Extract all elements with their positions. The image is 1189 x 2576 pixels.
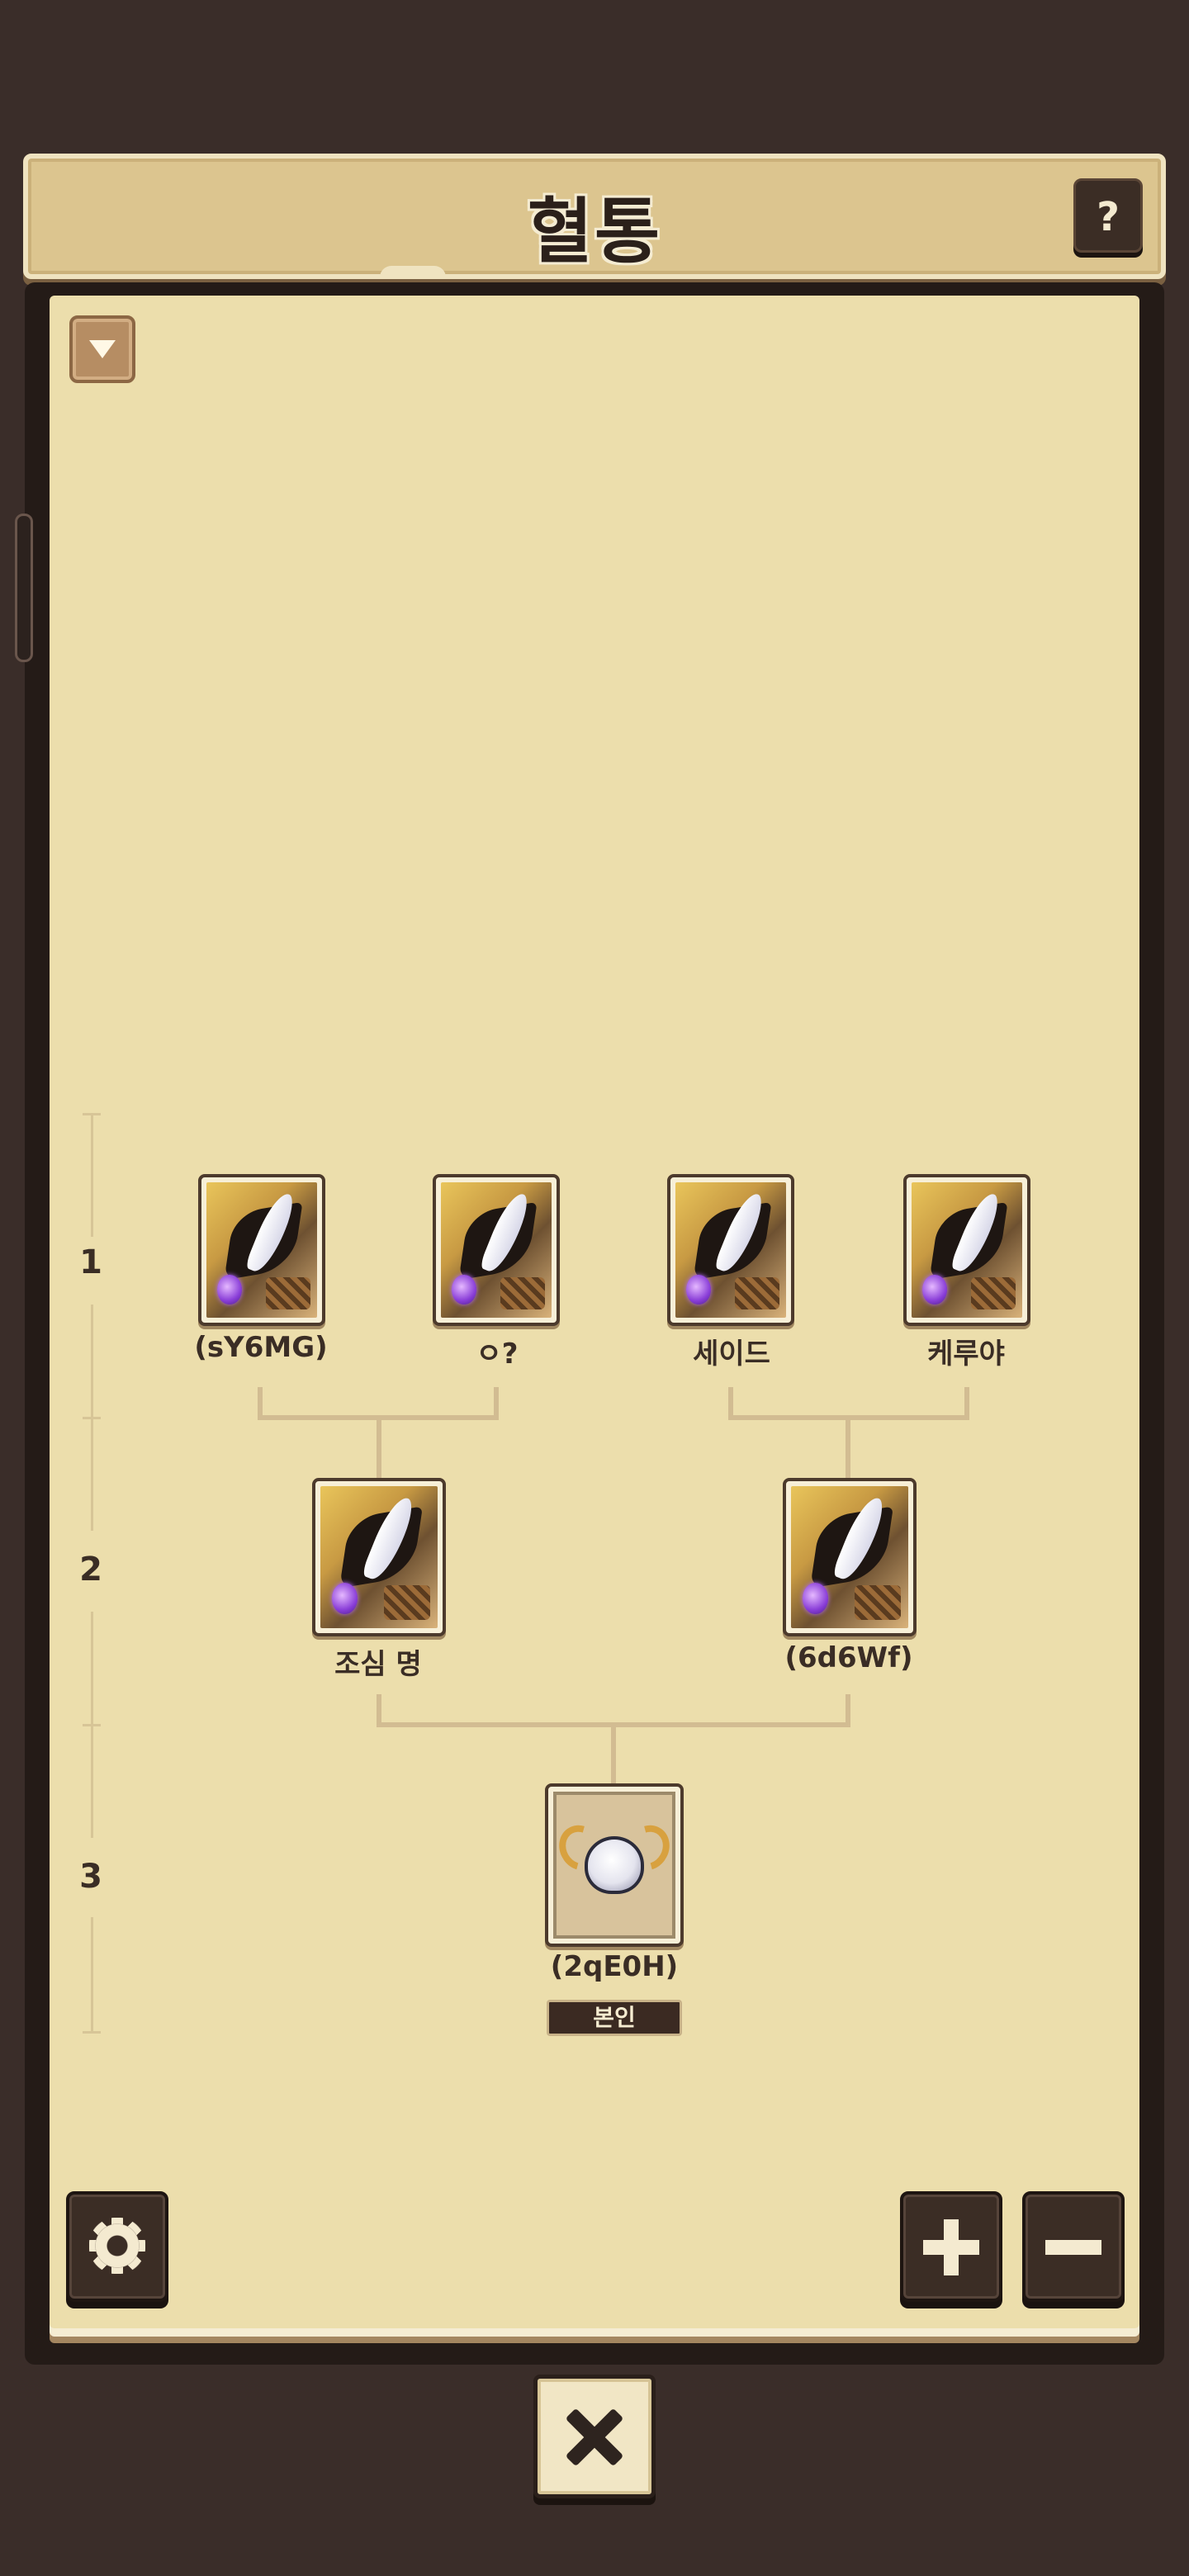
page-title: 혈통 [527, 191, 662, 273]
pet-portrait [912, 1182, 1022, 1318]
ruler-line [91, 1305, 93, 1418]
pet-portrait [320, 1486, 438, 1628]
pet-portrait [206, 1182, 317, 1318]
parent-name: (6d6Wf) [784, 1641, 913, 1674]
ancestor-name: (sY6MG) [194, 1331, 328, 1364]
self-badge: 본인 [547, 2000, 682, 2036]
help-button[interactable]: ? [1073, 178, 1143, 253]
close-button[interactable] [533, 2375, 656, 2498]
zoom-in-button[interactable] [900, 2191, 1002, 2302]
parent-name: 조심 명 [334, 1648, 422, 1681]
ruler-line [91, 1113, 93, 1237]
side-handle[interactable] [15, 514, 33, 662]
ruler-line [91, 1724, 93, 1838]
ruler-line [91, 1612, 93, 1726]
pet-portrait [791, 1486, 908, 1628]
pet-portrait [675, 1182, 786, 1318]
connector-line [377, 1415, 381, 1478]
parent-card[interactable] [783, 1478, 917, 1636]
ruler-tick [83, 2031, 101, 2034]
ancestor-name: 세이드 [693, 1338, 770, 1371]
collapse-button[interactable] [69, 315, 135, 383]
ruler-line [91, 1417, 93, 1531]
ancestor-card[interactable] [198, 1174, 325, 1326]
ancestor-name: 케루야 [927, 1338, 1005, 1371]
generation-label-1: 1 [79, 1243, 102, 1281]
generation-label-2: 2 [79, 1551, 102, 1589]
connector-line [611, 1722, 616, 1785]
self-card[interactable] [545, 1783, 684, 1947]
ruler-line [91, 1917, 93, 2033]
ancestor-card[interactable] [667, 1174, 794, 1326]
ancestor-card[interactable] [903, 1174, 1030, 1326]
zoom-out-button[interactable] [1022, 2191, 1125, 2302]
generation-label-3: 3 [79, 1858, 102, 1896]
pet-portrait [441, 1182, 552, 1318]
ancestor-name: ㅇ? [476, 1338, 519, 1371]
ancestor-card[interactable] [433, 1174, 560, 1326]
connector-line [846, 1415, 850, 1478]
egg-icon [585, 1836, 644, 1894]
parent-card[interactable] [312, 1478, 446, 1636]
gear-icon [91, 2219, 144, 2272]
settings-button[interactable] [66, 2191, 168, 2302]
self-name: (2qE0H) [550, 1950, 679, 1983]
header-notch [380, 266, 446, 277]
egg-portrait [553, 1792, 675, 1939]
title-bar: 혈통 ? [23, 154, 1166, 279]
